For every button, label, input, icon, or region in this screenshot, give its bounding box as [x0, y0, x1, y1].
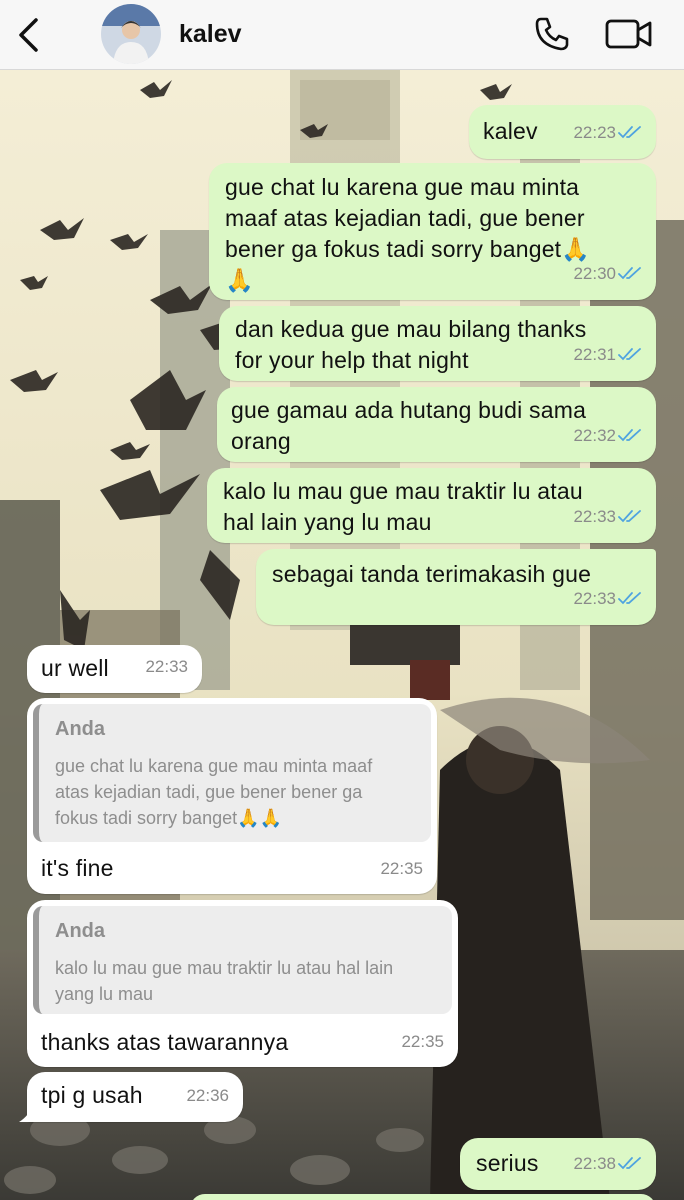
message-time: 22:32: [573, 425, 616, 445]
chat-header: kalev: [0, 0, 684, 70]
message-time: 22:38: [573, 1153, 616, 1173]
message-time: 22:35: [401, 1032, 444, 1051]
message-incoming-reply[interactable]: Anda gue chat lu karena gue mau minta ma…: [27, 698, 437, 894]
message-meta: 22:38: [573, 1148, 642, 1180]
message-meta: 22:33: [573, 501, 642, 533]
message-outgoing[interactable]: dan kedua gue mau bilang thanks for your…: [219, 306, 656, 381]
double-check-icon: [618, 584, 642, 615]
message-meta: 22:32: [573, 420, 642, 452]
message-time: 22:23: [573, 122, 616, 142]
avatar[interactable]: [101, 4, 161, 64]
quoted-text: kalo lu mau gue mau traktir lu atau hal …: [55, 958, 394, 1004]
quoted-sender: Anda: [55, 920, 105, 942]
quoted-message[interactable]: Anda kalo lu mau gue mau traktir lu atau…: [33, 906, 452, 1014]
message-meta: 22:30: [573, 258, 642, 290]
contact-name[interactable]: kalev: [179, 20, 242, 49]
quoted-text: gue chat lu karena gue mau minta maaf at…: [55, 756, 373, 828]
message-incoming[interactable]: ur well 22:33: [27, 645, 202, 693]
double-check-icon: [618, 259, 642, 290]
message-text: thanks atas tawarannya: [41, 1029, 289, 1055]
message-outgoing[interactable]: serius 22:38: [460, 1138, 656, 1190]
double-check-icon: [618, 421, 642, 452]
message-outgoing[interactable]: kalo lu mau gue mau traktir lu atau hal …: [207, 468, 656, 543]
message-outgoing-partial[interactable]: [190, 1194, 656, 1200]
message-meta: 22:33: [573, 583, 642, 615]
message-time: 22:33: [573, 588, 616, 608]
message-meta: 22:23: [573, 117, 642, 149]
message-outgoing[interactable]: sebagai tanda terimakasih gue 22:33: [256, 549, 656, 625]
message-outgoing[interactable]: gue gamau ada hutang budi sama orang 22:…: [217, 387, 656, 462]
message-incoming-reply[interactable]: Anda kalo lu mau gue mau traktir lu atau…: [27, 900, 458, 1067]
double-check-icon: [618, 118, 642, 149]
double-check-icon: [618, 1149, 642, 1180]
message-time: 22:33: [145, 657, 188, 676]
message-list[interactable]: kalev 22:23 gue chat lu karena gue mau m…: [0, 70, 684, 1200]
message-outgoing[interactable]: gue chat lu karena gue mau minta maaf at…: [209, 163, 656, 300]
back-chevron-icon[interactable]: [12, 14, 44, 56]
video-camera-icon[interactable]: [604, 16, 654, 52]
quoted-message[interactable]: Anda gue chat lu karena gue mau minta ma…: [33, 704, 431, 842]
quoted-sender: Anda: [55, 718, 105, 740]
message-outgoing[interactable]: kalev 22:23: [469, 105, 656, 159]
message-meta: 22:31: [573, 339, 642, 371]
phone-icon[interactable]: [532, 14, 572, 54]
message-text: it's fine: [41, 855, 114, 881]
message-time: 22:36: [186, 1086, 229, 1105]
message-time: 22:31: [573, 344, 616, 364]
double-check-icon: [618, 502, 642, 533]
bubble-tail: [19, 1102, 35, 1122]
message-time: 22:33: [573, 506, 616, 526]
message-time: 22:30: [573, 263, 616, 283]
double-check-icon: [618, 340, 642, 371]
message-time: 22:35: [380, 859, 423, 878]
message-incoming[interactable]: tpi g usah 22:36: [19, 1072, 243, 1122]
